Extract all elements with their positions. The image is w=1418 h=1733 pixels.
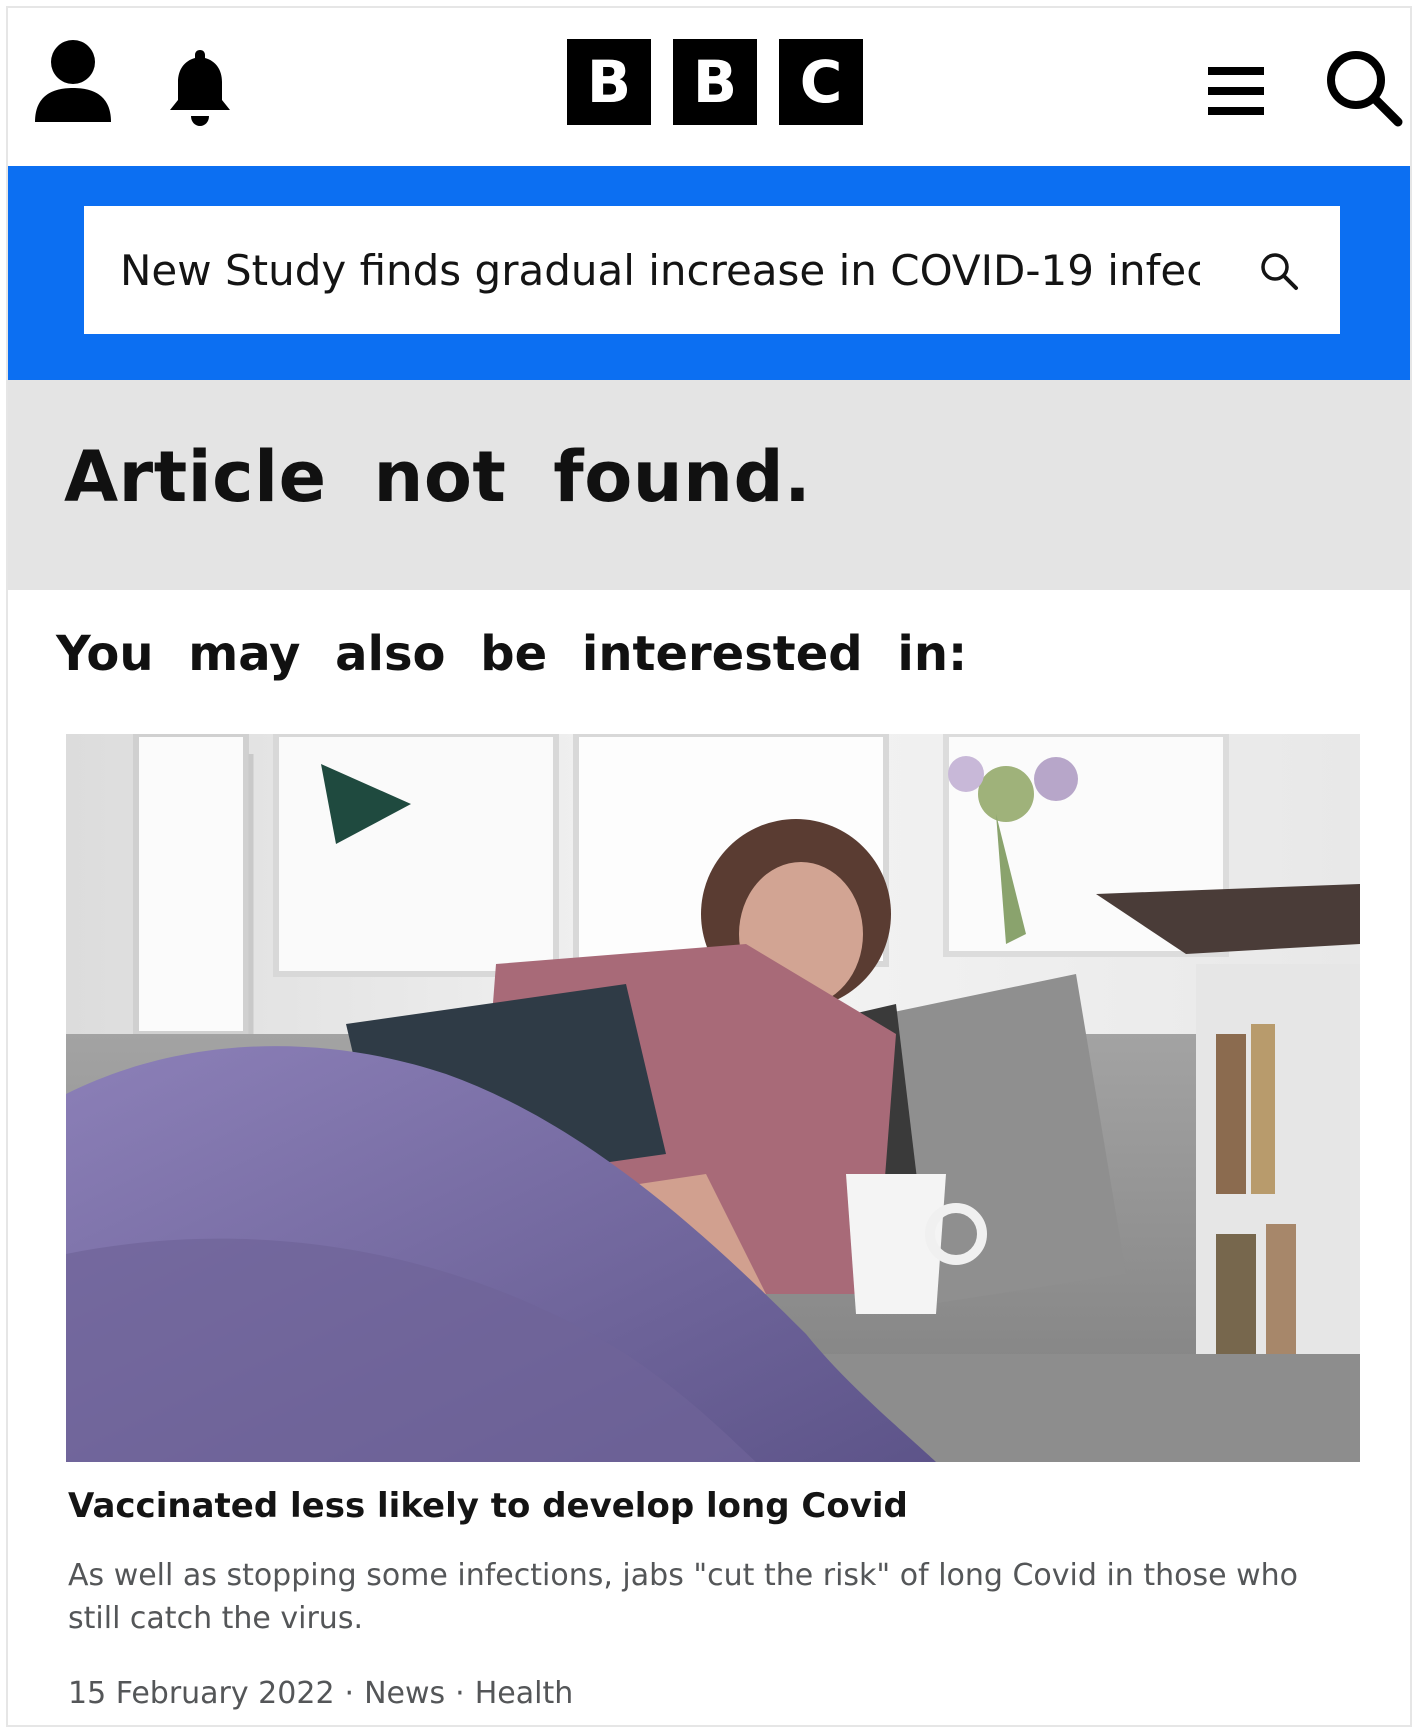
article-image[interactable]: [66, 734, 1360, 1462]
page-frame: B B C New Study finds gradual increase i…: [6, 6, 1412, 1727]
bell-icon[interactable]: [164, 46, 236, 128]
article-date: 15 February 2022: [68, 1676, 335, 1711]
article-summary: As well as stopping some infections, jab…: [68, 1558, 1298, 1636]
account-icon[interactable]: [32, 38, 114, 124]
article-topic-link[interactable]: Health: [475, 1676, 574, 1711]
search-icon[interactable]: [1258, 250, 1300, 292]
logo-block: B: [567, 39, 651, 125]
article-meta: 15 February 2022 · News · Health: [68, 1676, 573, 1711]
meta-separator: ·: [455, 1676, 465, 1711]
logo-block: C: [779, 39, 863, 125]
bbc-logo[interactable]: B B C: [567, 39, 863, 125]
error-banner: Article not found.: [8, 380, 1410, 590]
search-input-value[interactable]: New Study finds gradual increase in COVI…: [120, 246, 1200, 295]
menu-icon[interactable]: [1206, 63, 1266, 119]
page-title: Article not found.: [64, 436, 812, 518]
meta-separator: ·: [344, 1676, 355, 1711]
top-navigation: B B C: [8, 8, 1410, 166]
article-title[interactable]: Vaccinated less likely to develop long C…: [68, 1486, 908, 1526]
search-icon[interactable]: [1324, 48, 1404, 128]
search-band: New Study finds gradual increase in COVI…: [8, 166, 1410, 380]
article-section-link[interactable]: News: [364, 1676, 445, 1711]
search-input[interactable]: New Study finds gradual increase in COVI…: [84, 206, 1340, 334]
logo-block: B: [673, 39, 757, 125]
recommendations-heading: You may also be interested in:: [56, 626, 968, 682]
